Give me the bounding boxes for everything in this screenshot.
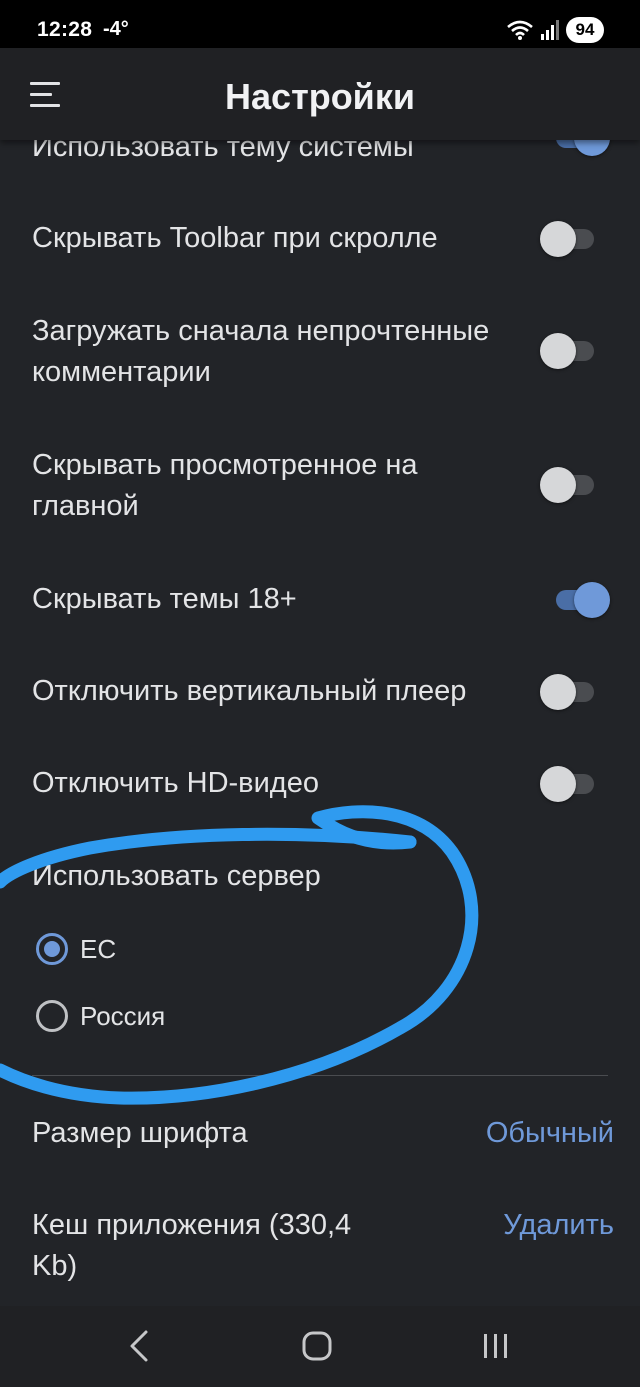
- recents-button[interactable]: [474, 1326, 518, 1366]
- setting-label: Отключить вертикальный плеер: [32, 675, 467, 707]
- setting-label: Скрывать Toolbar при скролле: [32, 222, 438, 254]
- status-indicators: 94: [506, 15, 604, 45]
- setting-row-unread-comments[interactable]: Загружать сначала непрочтенные комментар…: [0, 311, 640, 395]
- radio-label: ЕС: [80, 933, 117, 964]
- recents-icon: [484, 1334, 507, 1358]
- hide-viewed-switch[interactable]: [540, 465, 598, 505]
- home-button[interactable]: [296, 1326, 340, 1366]
- home-icon: [302, 1331, 332, 1361]
- wifi-icon: [507, 20, 533, 40]
- setting-label: Загружать сначала непрочтенные комментар…: [32, 315, 490, 388]
- server-option-eu[interactable]: ЕС: [32, 927, 116, 971]
- setting-label: Размер шрифта: [32, 1117, 248, 1149]
- server-section-label: Использовать сервер: [32, 860, 321, 892]
- settings-list: Использовать тему системы Скрывать Toolb…: [0, 140, 640, 1306]
- setting-row-cache[interactable]: Кеш приложения (330,4 Kb) Удалить: [0, 1205, 640, 1289]
- setting-label: Кеш приложения (330,4 Kb): [32, 1209, 352, 1282]
- back-icon: [130, 1330, 148, 1362]
- server-option-russia[interactable]: Россия: [32, 994, 165, 1038]
- page-title: Настройки: [225, 76, 415, 117]
- setting-label: Отключить HD-видео: [32, 767, 319, 799]
- hd-video-switch[interactable]: [540, 764, 598, 804]
- back-button[interactable]: [118, 1326, 162, 1366]
- setting-row-font-size[interactable]: Размер шрифта Обычный: [0, 1113, 640, 1155]
- setting-row-hide-viewed[interactable]: Скрывать просмотренное на главной: [0, 445, 640, 529]
- hide-toolbar-switch[interactable]: [540, 219, 598, 259]
- battery-indicator: 94: [566, 17, 604, 43]
- setting-row-system-theme[interactable]: Использовать тему системы: [0, 140, 640, 168]
- setting-label: Скрывать темы 18+: [32, 583, 297, 615]
- radio-button[interactable]: [36, 1000, 68, 1032]
- setting-row-hd-video[interactable]: Отключить HD-видео: [0, 763, 640, 805]
- setting-row-hide-18[interactable]: Скрывать темы 18+: [0, 579, 640, 621]
- system-theme-switch[interactable]: [552, 140, 610, 158]
- radio-label: Россия: [80, 1000, 166, 1031]
- app-bar: Настройки: [0, 48, 640, 140]
- divider: [32, 1075, 608, 1076]
- system-nav-bar: [0, 1306, 640, 1387]
- radio-button-checked[interactable]: [36, 933, 68, 965]
- vertical-player-switch[interactable]: [540, 672, 598, 712]
- status-temperature: -4°: [103, 18, 129, 40]
- font-size-value[interactable]: Обычный: [486, 1117, 614, 1150]
- status-time: 12:28: [37, 18, 93, 41]
- unread-comments-switch[interactable]: [540, 331, 598, 371]
- server-section: Использовать сервер: [0, 856, 640, 898]
- status-bar: 12:28 -4° 94: [0, 0, 640, 48]
- setting-label: Скрывать просмотренное на главной: [32, 449, 418, 522]
- setting-label: Использовать тему системы: [32, 140, 414, 163]
- clear-cache-button[interactable]: Удалить: [503, 1209, 614, 1242]
- signal-icon: [541, 20, 559, 40]
- setting-row-hide-toolbar[interactable]: Скрывать Toolbar при скролле: [0, 218, 640, 260]
- setting-row-vertical-player[interactable]: Отключить вертикальный плеер: [0, 671, 640, 713]
- hide-18-switch[interactable]: [552, 580, 610, 620]
